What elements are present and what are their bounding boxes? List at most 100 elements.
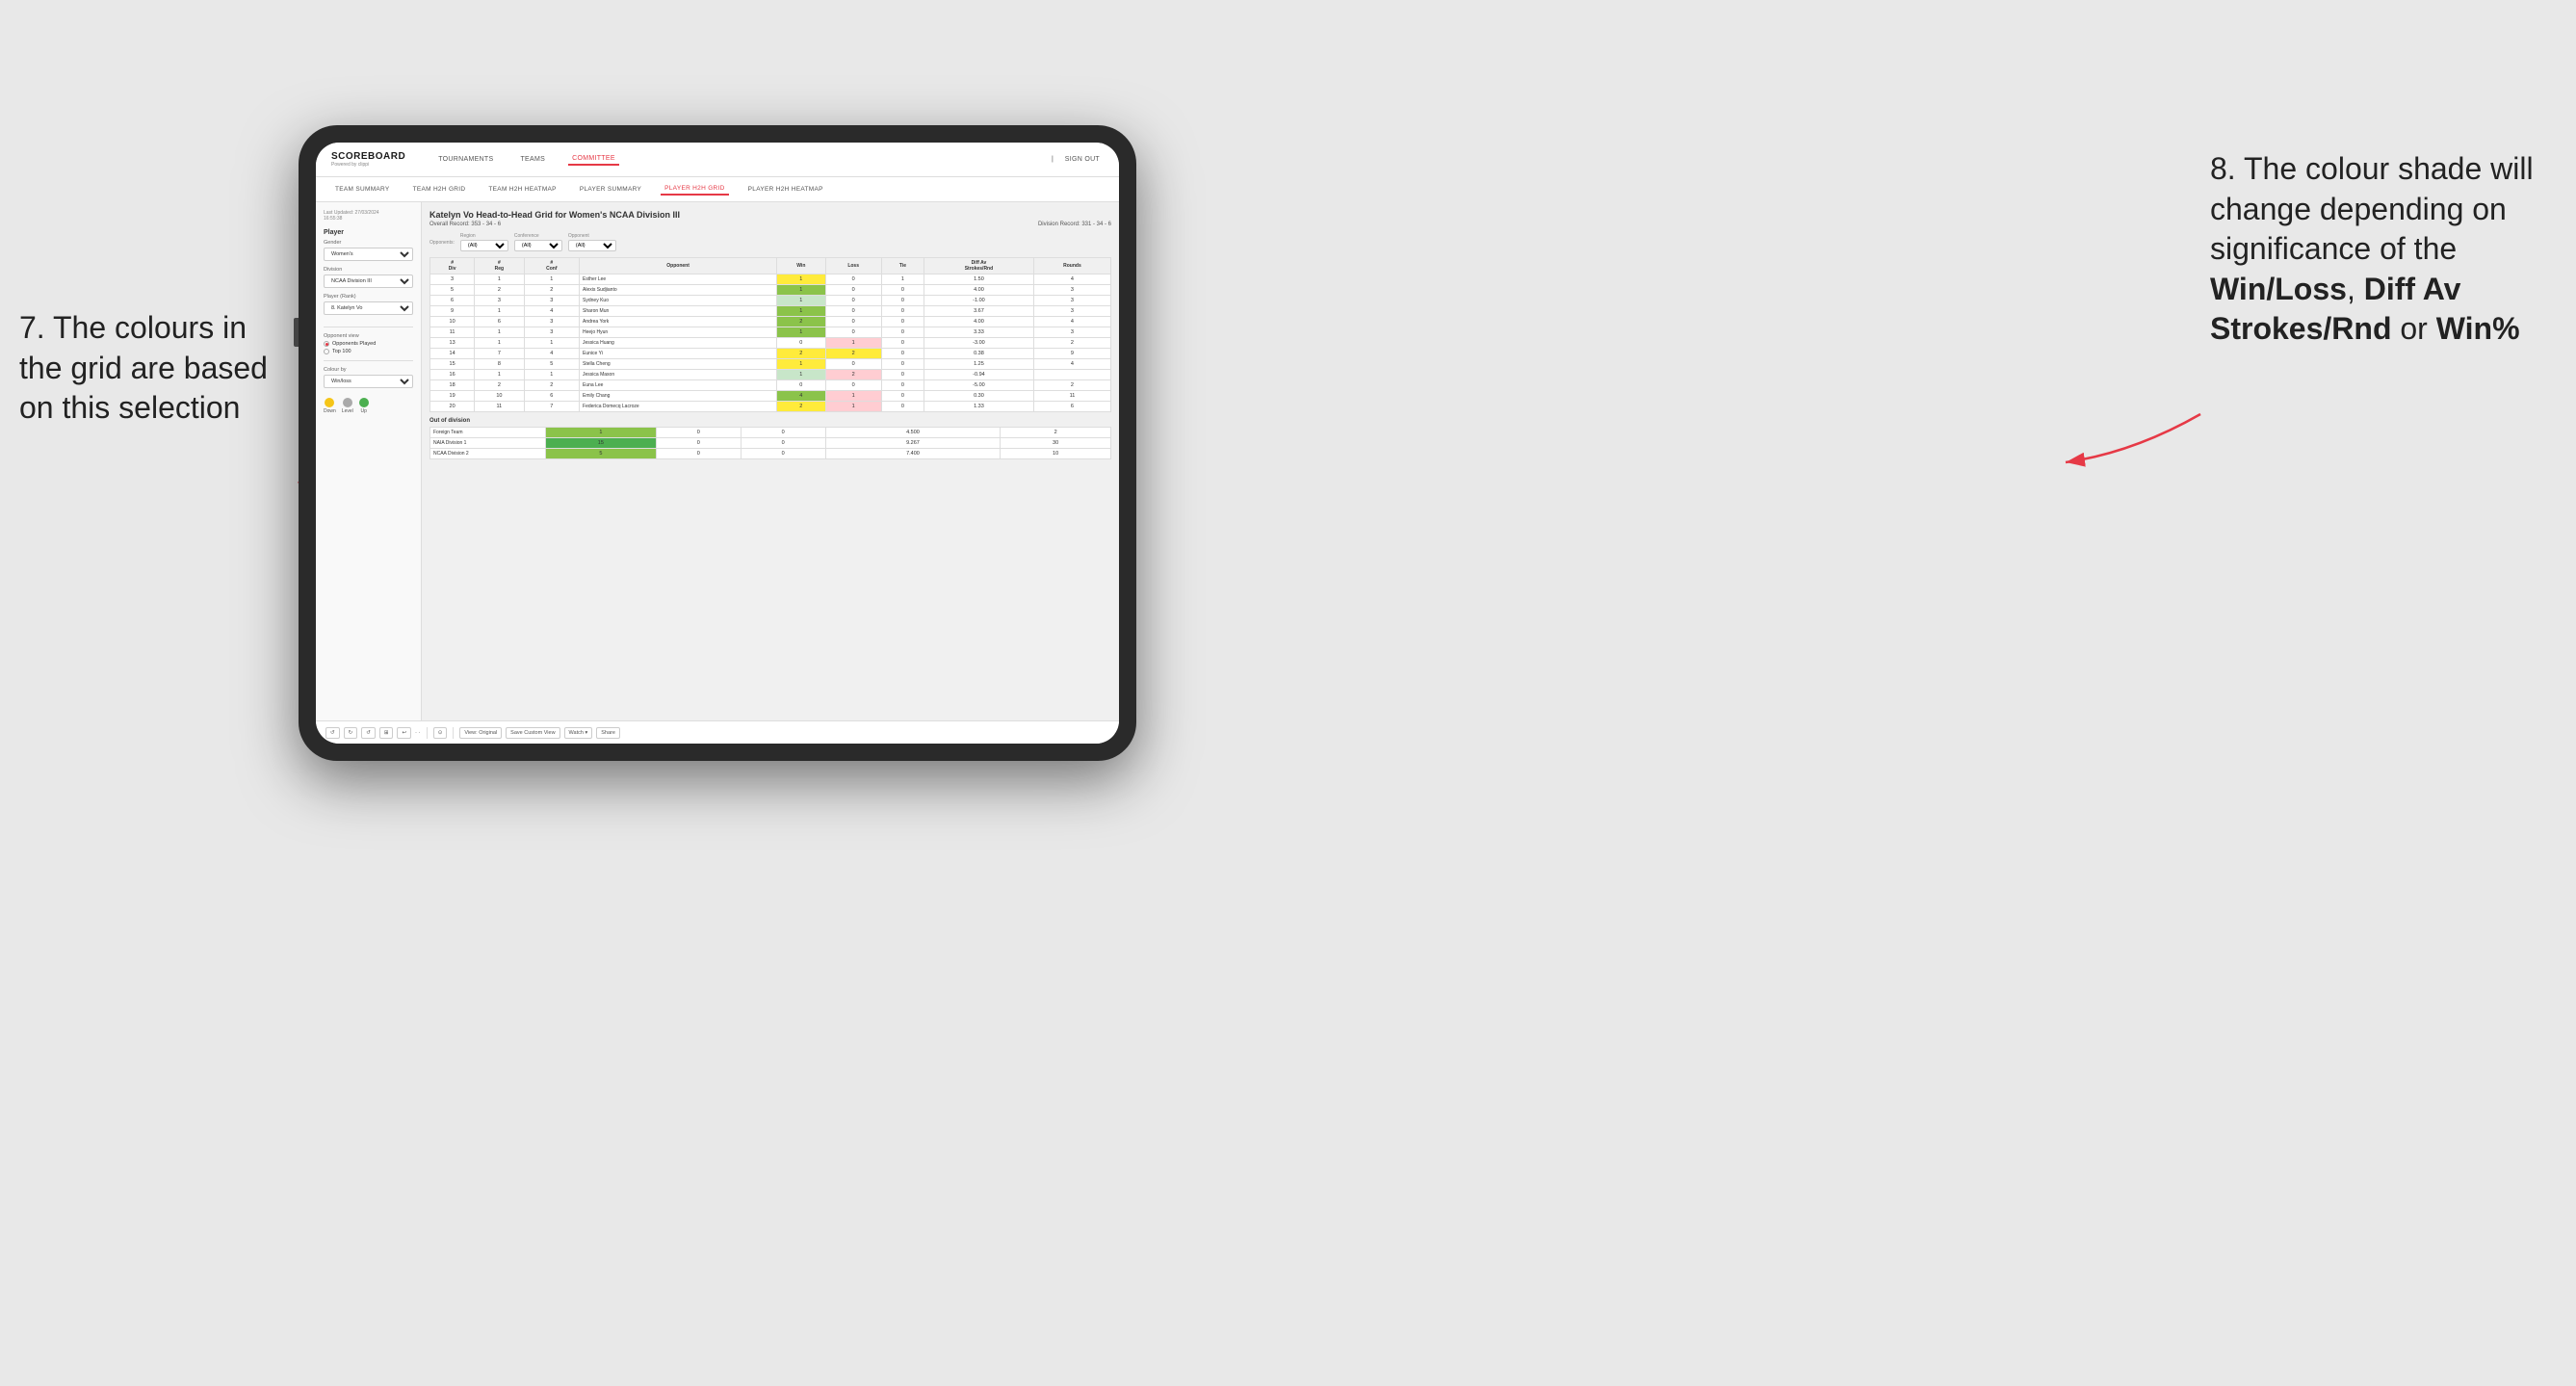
toolbar-dots: · · <box>415 730 421 736</box>
legend-up-label: Up <box>361 408 367 414</box>
radio-opponents-played[interactable]: Opponents Played <box>324 341 413 347</box>
conference-filter-group: Conference (All) <box>514 233 562 251</box>
toolbar-grid[interactable]: ⊞ <box>379 727 394 739</box>
toolbar-divider-1 <box>427 727 428 739</box>
table-row: 11 1 3 Heejo Hyun 1 0 0 3.33 3 <box>430 327 1111 338</box>
ood-win: 1 <box>546 428 657 438</box>
sub-navbar: TEAM SUMMARY TEAM H2H GRID TEAM H2H HEAT… <box>316 177 1119 202</box>
annotation-right-sep1: , <box>2347 272 2364 306</box>
subnav-player-h2h-heatmap[interactable]: PLAYER H2H HEATMAP <box>744 184 827 195</box>
timestamp-time: 16:55:38 <box>324 216 342 222</box>
scoreboard-logo: SCOREBOARD Powered by clippi <box>331 151 405 168</box>
cell-rounds: 3 <box>1033 327 1110 338</box>
annotation-right-bold3: Win% <box>2436 311 2520 346</box>
gender-select[interactable]: Women's <box>324 248 413 261</box>
cell-rounds: 3 <box>1033 306 1110 317</box>
conference-label: Conference <box>514 233 562 239</box>
radio-top100-circle <box>324 349 329 354</box>
cell-diff: 0.38 <box>924 349 1034 359</box>
cell-reg: 1 <box>475 306 524 317</box>
cell-div: 11 <box>430 327 475 338</box>
radio-top100[interactable]: Top 100 <box>324 349 413 354</box>
cell-opponent: Andrea York <box>580 317 777 327</box>
opponent-select[interactable]: (All) <box>568 240 616 251</box>
subnav-team-h2h-grid[interactable]: TEAM H2H GRID <box>409 184 470 195</box>
cell-tie: 0 <box>881 391 924 402</box>
cell-opponent: Stella Cheng <box>580 359 777 370</box>
legend-down-label: Down <box>324 408 336 414</box>
radio-top100-label: Top 100 <box>332 349 351 354</box>
arrow-right-indicator <box>2056 405 2210 482</box>
cell-conf: 5 <box>524 359 579 370</box>
cell-win: 4 <box>777 391 825 402</box>
cell-loss: 0 <box>825 380 881 391</box>
cell-conf: 3 <box>524 317 579 327</box>
colour-by-select[interactable]: Win/loss <box>324 375 413 388</box>
cell-reg: 1 <box>475 370 524 380</box>
cell-opponent: Sydney Kuo <box>580 296 777 306</box>
cell-opponent: Jessica Mason <box>580 370 777 380</box>
region-label: Region <box>460 233 508 239</box>
nav-tournaments[interactable]: TOURNAMENTS <box>434 154 497 165</box>
subnav-player-summary[interactable]: PLAYER SUMMARY <box>576 184 645 195</box>
cell-reg: 11 <box>475 402 524 412</box>
main-table-wrapper: #Div #Reg #Conf Opponent Win Loss Tie Di… <box>429 257 1111 412</box>
cell-opponent: Eunice Yi <box>580 349 777 359</box>
share-button[interactable]: Share <box>596 727 620 739</box>
save-custom-view-button[interactable]: Save Custom View <box>506 727 559 739</box>
cell-reg: 1 <box>475 327 524 338</box>
cell-opponent: Alexis Sudjianto <box>580 285 777 296</box>
cell-loss: 0 <box>825 317 881 327</box>
cell-conf: 1 <box>524 338 579 349</box>
nav-teams[interactable]: TEAMS <box>516 154 549 165</box>
table-row: 9 1 4 Sharon Mun 1 0 0 3.67 3 <box>430 306 1111 317</box>
cell-div: 6 <box>430 296 475 306</box>
sidebar: Last Updated: 27/03/2024 16:55:38 Player… <box>316 202 422 720</box>
logo-text: SCOREBOARD <box>331 151 405 162</box>
cell-tie: 0 <box>881 338 924 349</box>
col-reg: #Reg <box>475 258 524 275</box>
conference-select[interactable]: (All) <box>514 240 562 251</box>
watch-button[interactable]: Watch ▾ <box>564 727 593 739</box>
cell-win: 2 <box>777 402 825 412</box>
cell-rounds: 2 <box>1033 338 1110 349</box>
toolbar-back[interactable]: ↩ <box>397 727 411 739</box>
cell-div: 9 <box>430 306 475 317</box>
grid-title: Katelyn Vo Head-to-Head Grid for Women's… <box>429 210 1111 220</box>
division-record-value: 331 - 34 - 6 <box>1081 222 1111 227</box>
region-select[interactable]: (All) <box>460 240 508 251</box>
cell-conf: 7 <box>524 402 579 412</box>
grid-subtitle: Overall Record: 353 - 34 - 6 Division Re… <box>429 222 1111 227</box>
annotation-left: 7. The colours in the grid are based on … <box>19 308 289 429</box>
ood-rounds: 2 <box>1001 428 1111 438</box>
cell-rounds: 4 <box>1033 359 1110 370</box>
ood-tie: 0 <box>741 449 825 459</box>
subnav-team-h2h-heatmap[interactable]: TEAM H2H HEATMAP <box>484 184 559 195</box>
cell-win: 1 <box>777 275 825 285</box>
table-row: 15 8 5 Stella Cheng 1 0 0 1.25 4 <box>430 359 1111 370</box>
nav-committee[interactable]: COMMITTEE <box>568 153 619 166</box>
view-original-button[interactable]: View: Original <box>459 727 502 739</box>
toolbar-undo[interactable]: ↺ <box>325 727 340 739</box>
cell-reg: 6 <box>475 317 524 327</box>
cell-diff: 4.00 <box>924 317 1034 327</box>
player-rank-select[interactable]: 8. Katelyn Vo <box>324 301 413 315</box>
cell-diff: 4.00 <box>924 285 1034 296</box>
nav-right: | Sign out <box>1052 154 1104 165</box>
subnav-player-h2h-grid[interactable]: PLAYER H2H GRID <box>661 183 729 196</box>
subnav-team-summary[interactable]: TEAM SUMMARY <box>331 184 394 195</box>
toolbar-reset[interactable]: ↺ <box>361 727 376 739</box>
tablet-side-button <box>294 318 299 347</box>
cell-rounds: 3 <box>1033 296 1110 306</box>
cell-conf: 3 <box>524 296 579 306</box>
cell-diff: 1.33 <box>924 402 1034 412</box>
toolbar-refresh[interactable]: ⊙ <box>433 727 448 739</box>
cell-rounds: 4 <box>1033 317 1110 327</box>
sign-out-button[interactable]: Sign out <box>1061 154 1104 165</box>
cell-win: 1 <box>777 296 825 306</box>
cell-opponent: Heejo Hyun <box>580 327 777 338</box>
cell-diff: 1.50 <box>924 275 1034 285</box>
division-select[interactable]: NCAA Division III <box>324 275 413 288</box>
cell-tie: 0 <box>881 327 924 338</box>
toolbar-redo[interactable]: ↻ <box>344 727 358 739</box>
